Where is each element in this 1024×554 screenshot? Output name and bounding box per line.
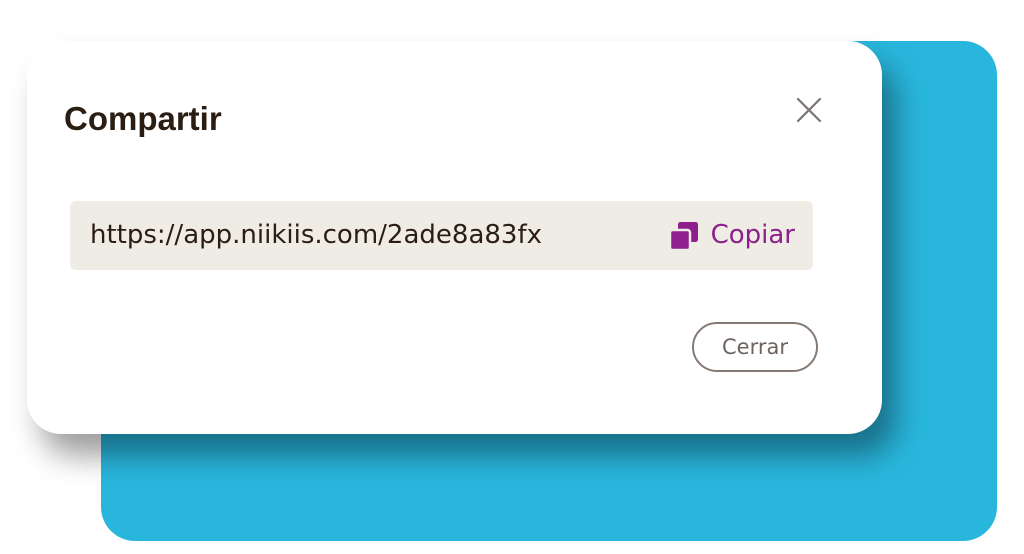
dialog-title: Compartir [64,100,222,137]
share-link-url[interactable]: https://app.niikiis.com/2ade8a83fx [90,201,542,270]
copy-label: Copiar [710,220,795,250]
cerrar-button[interactable]: Cerrar [692,322,818,372]
close-icon [793,94,825,126]
copy-icon [668,221,699,251]
share-modal-scene: Compartir https://app.niikiis.com/2ade8a… [0,0,1024,554]
share-dialog: Compartir https://app.niikiis.com/2ade8a… [27,41,882,434]
close-button[interactable] [793,94,825,126]
share-link-box: https://app.niikiis.com/2ade8a83fx Copia… [70,201,813,270]
copy-link-button[interactable]: Copiar [668,201,795,270]
